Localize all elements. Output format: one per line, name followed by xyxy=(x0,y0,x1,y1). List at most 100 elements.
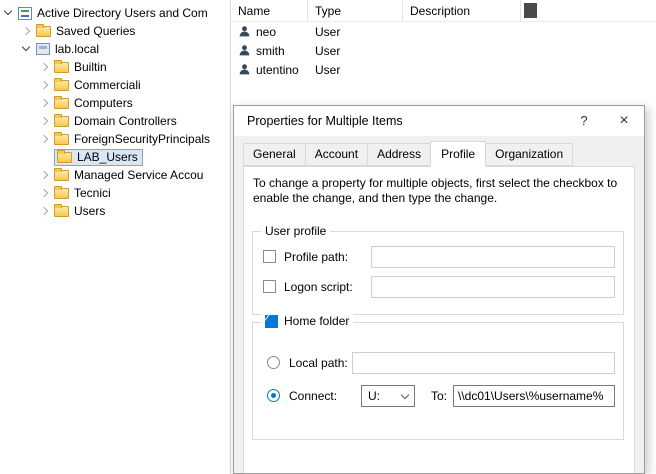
object-type: User xyxy=(308,25,403,39)
tree-item-builtin[interactable]: Builtin xyxy=(0,58,230,76)
tree-item-root[interactable]: Active Directory Users and Com xyxy=(0,4,230,22)
list-item-smith[interactable]: smith User xyxy=(231,41,656,60)
aduc-console-icon xyxy=(18,7,32,20)
list-item-utentino[interactable]: utentino User xyxy=(231,60,656,79)
folder-icon xyxy=(54,98,69,109)
tree-item-label: Builtin xyxy=(74,60,107,74)
chevron-right-icon[interactable] xyxy=(22,27,30,35)
column-header-name[interactable]: Name xyxy=(231,0,308,21)
tree-item-label: Domain Controllers xyxy=(74,114,177,128)
tab-account[interactable]: Account xyxy=(305,143,368,166)
profile-path-checkbox[interactable] xyxy=(263,250,276,263)
connect-radio[interactable] xyxy=(267,389,280,402)
folder-icon xyxy=(36,26,51,37)
connect-path-input[interactable] xyxy=(453,385,615,407)
chevron-right-icon[interactable] xyxy=(40,63,48,71)
tree-item-label: Computers xyxy=(74,96,133,110)
tree-item-label: Tecnici xyxy=(74,186,111,200)
logon-script-label: Logon script: xyxy=(284,280,353,294)
chevron-right-icon[interactable] xyxy=(40,189,48,197)
to-label: To: xyxy=(431,389,447,403)
chevron-right-icon[interactable] xyxy=(40,171,48,179)
tree-item-label: Saved Queries xyxy=(56,24,135,38)
tree-item-saved-queries[interactable]: Saved Queries xyxy=(0,22,230,40)
tree-item-domain[interactable]: lab.local xyxy=(0,40,230,58)
folder-icon xyxy=(54,206,69,217)
chevron-right-icon[interactable] xyxy=(40,207,48,215)
tree-item-computers[interactable]: Computers xyxy=(0,94,230,112)
console-tree: Active Directory Users and Com Saved Que… xyxy=(0,0,230,474)
column-header-filler xyxy=(521,0,656,21)
aduc-window: Active Directory Users and Com Saved Que… xyxy=(0,0,656,474)
folder-icon xyxy=(54,170,69,181)
user-icon xyxy=(238,44,251,57)
tree-item-label: Managed Service Accou xyxy=(74,168,203,182)
folder-icon xyxy=(54,134,69,145)
chevron-right-icon[interactable] xyxy=(40,135,48,143)
tree-item-domain-controllers[interactable]: Domain Controllers xyxy=(0,112,230,130)
object-type: User xyxy=(308,44,403,58)
tab-address[interactable]: Address xyxy=(367,143,431,166)
object-name: smith xyxy=(256,44,285,58)
dialog-titlebar[interactable]: Properties for Multiple Items ? × xyxy=(234,106,644,136)
tree-item-label: LAB_Users xyxy=(77,150,138,164)
folder-icon xyxy=(54,80,69,91)
tab-general[interactable]: General xyxy=(243,143,306,166)
home-folder-group: Home folder Local path: Connect: U: To: xyxy=(252,322,624,440)
help-button[interactable]: ? xyxy=(564,106,604,136)
tab-organization[interactable]: Organization xyxy=(485,143,573,166)
chevron-right-icon[interactable] xyxy=(40,81,48,89)
object-name: utentino xyxy=(256,63,299,77)
drive-letter-value: U: xyxy=(368,389,380,403)
chevron-down-icon xyxy=(401,390,409,398)
tree-item-foreignsecurityprincipals[interactable]: ForeignSecurityPrincipals xyxy=(0,130,230,148)
tree-item-managed-service-accounts[interactable]: Managed Service Accou xyxy=(0,166,230,184)
tree-item-label: ForeignSecurityPrincipals xyxy=(74,132,210,146)
column-header-type[interactable]: Type xyxy=(308,0,403,21)
close-icon[interactable]: × xyxy=(604,106,644,136)
home-folder-legend: Home folder xyxy=(261,314,353,328)
instruction-text: To change a property for multiple object… xyxy=(253,176,631,206)
tree-item-label: Commerciali xyxy=(74,78,141,92)
tab-profile[interactable]: Profile xyxy=(430,141,486,167)
user-profile-group: User profile Profile path: Logon script: xyxy=(252,231,624,315)
dialog-title: Properties for Multiple Items xyxy=(247,114,564,128)
local-path-radio[interactable] xyxy=(267,356,280,369)
chevron-down-icon[interactable] xyxy=(4,7,12,15)
chevron-right-icon[interactable] xyxy=(40,117,48,125)
logon-script-input[interactable] xyxy=(371,276,615,298)
chevron-right-icon[interactable] xyxy=(40,99,48,107)
tree-item-commerciali[interactable]: Commerciali xyxy=(0,76,230,94)
tree-item-label: lab.local xyxy=(55,42,99,56)
tree-item-tecnici[interactable]: Tecnici xyxy=(0,184,230,202)
tree-item-users[interactable]: Users xyxy=(0,202,230,220)
user-icon xyxy=(238,63,251,76)
list-header: Name Type Description xyxy=(231,0,656,22)
group-label: User profile xyxy=(261,224,330,238)
tab-strip: General Account Address Profile Organiza… xyxy=(243,141,572,166)
list-item-neo[interactable]: neo User xyxy=(231,22,656,41)
object-type: User xyxy=(308,63,403,77)
tree-item-lab-users[interactable]: LAB_Users xyxy=(0,148,230,166)
header-dark-block xyxy=(524,3,537,18)
profile-path-input[interactable] xyxy=(371,246,615,268)
chevron-down-icon[interactable] xyxy=(22,43,30,51)
connect-label: Connect: xyxy=(289,389,337,403)
folder-icon xyxy=(54,116,69,127)
domain-icon xyxy=(36,43,50,55)
home-folder-checkbox[interactable] xyxy=(265,315,278,328)
user-icon xyxy=(238,25,251,38)
properties-dialog: Properties for Multiple Items ? × Genera… xyxy=(233,105,645,474)
profile-tab-page: To change a property for multiple object… xyxy=(243,166,635,474)
folder-icon xyxy=(57,152,72,163)
object-name: neo xyxy=(256,25,276,39)
profile-path-label: Profile path: xyxy=(284,250,348,264)
local-path-input[interactable] xyxy=(352,352,615,374)
home-folder-label: Home folder xyxy=(284,314,349,328)
drive-letter-dropdown[interactable]: U: xyxy=(361,385,415,407)
column-header-description[interactable]: Description xyxy=(403,0,521,21)
tree-selection: LAB_Users xyxy=(54,149,143,166)
logon-script-checkbox[interactable] xyxy=(263,280,276,293)
folder-icon xyxy=(54,188,69,199)
local-path-label: Local path: xyxy=(289,356,348,370)
